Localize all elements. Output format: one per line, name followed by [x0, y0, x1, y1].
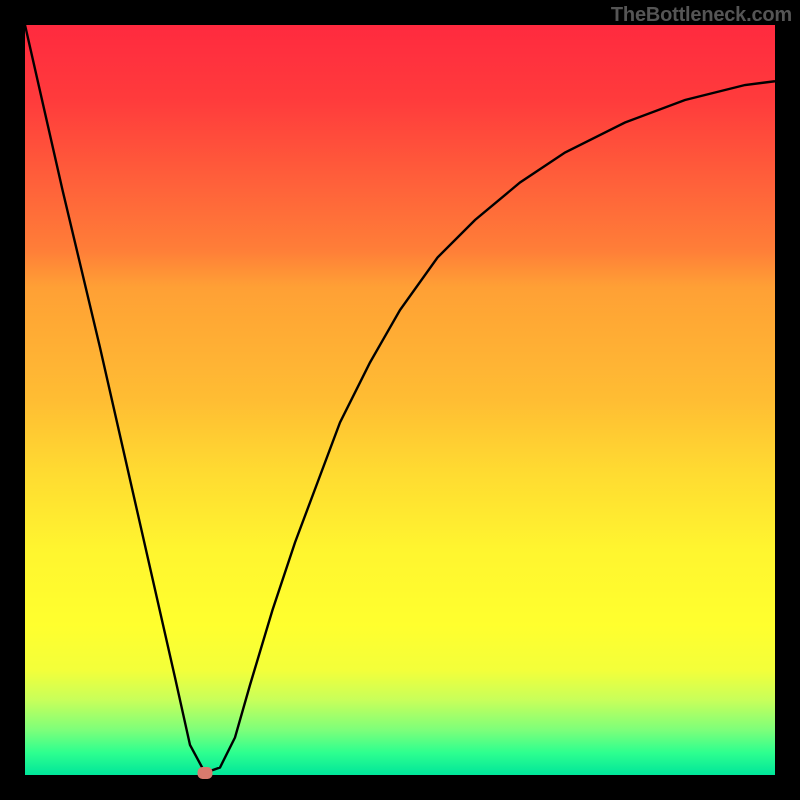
optimal-point-marker [198, 767, 213, 779]
chart-container: TheBottleneck.com [0, 0, 800, 800]
curve-svg [25, 25, 775, 775]
bottleneck-curve [25, 25, 775, 773]
plot-area [25, 25, 775, 775]
watermark: TheBottleneck.com [611, 4, 792, 27]
